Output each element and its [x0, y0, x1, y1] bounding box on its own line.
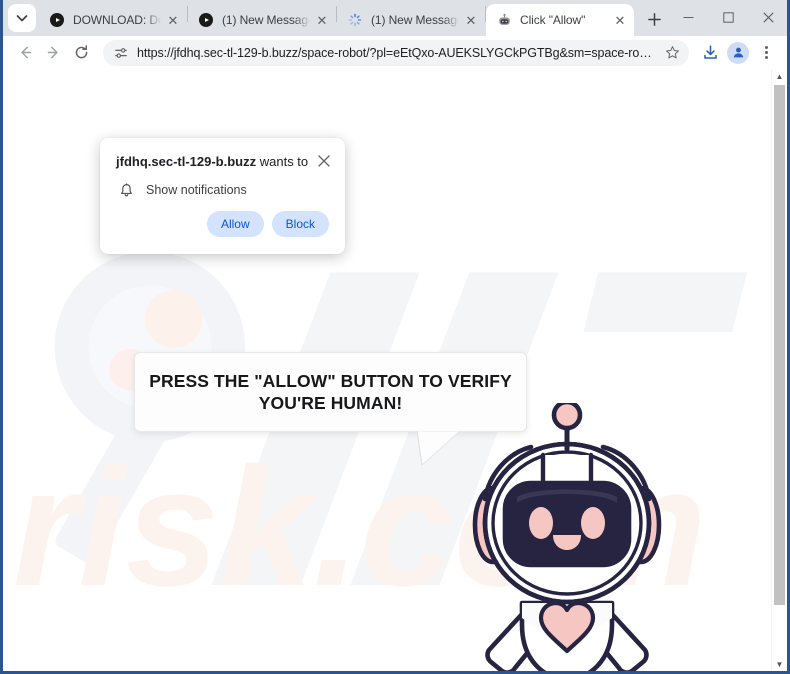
tab-strip: DOWNLOAD: Deadpo ✕ (1) New Message! ✕ [3, 0, 787, 36]
dialog-origin: jfdhq.sec-tl-129-b.buzz [116, 154, 257, 169]
download-button[interactable] [697, 40, 723, 66]
permission-row: Show notifications [100, 170, 345, 198]
arrow-left-icon [20, 46, 31, 59]
dark-play-circle-icon [198, 12, 214, 28]
download-icon [703, 45, 717, 59]
plus-icon [647, 12, 661, 26]
tab-close-button[interactable]: ✕ [612, 12, 628, 28]
allow-button[interactable]: Allow [206, 211, 264, 237]
forward-button[interactable] [39, 39, 67, 67]
scrollbar-up-arrow[interactable]: ▲ [772, 69, 787, 83]
browser-menu-button[interactable] [753, 40, 779, 66]
loading-spinner-icon [347, 12, 363, 28]
tab-close-button[interactable]: ✕ [463, 12, 479, 28]
browser-window: DOWNLOAD: Deadpo ✕ (1) New Message! ✕ [0, 0, 790, 674]
browser-tab-4-active[interactable]: Click "Allow" ✕ [486, 4, 634, 36]
block-button[interactable]: Block [271, 211, 329, 237]
url-text: https://jfdhq.sec-tl-129-b.buzz/space-ro… [137, 45, 657, 60]
back-button[interactable] [11, 39, 39, 67]
window-controls [668, 0, 788, 36]
dialog-header: jfdhq.sec-tl-129-b.buzz wants to [100, 138, 345, 170]
space-robot-illustration [472, 403, 662, 671]
browser-tab-1[interactable]: DOWNLOAD: Deadpo ✕ [39, 4, 187, 36]
profile-button[interactable] [725, 40, 751, 66]
chevron-down-icon [16, 15, 28, 22]
close-icon [762, 11, 774, 23]
minimize-icon [683, 16, 693, 18]
browser-tab-2[interactable]: (1) New Message! ✕ [188, 4, 336, 36]
dialog-title: jfdhq.sec-tl-129-b.buzz wants to [116, 154, 315, 170]
dark-play-circle-icon [49, 12, 65, 28]
new-tab-button[interactable] [640, 5, 668, 33]
reload-button[interactable] [67, 39, 95, 67]
vertical-scrollbar[interactable]: ▲ ▼ [771, 69, 787, 671]
browser-toolbar: https://jfdhq.sec-tl-129-b.buzz/space-ro… [3, 36, 787, 69]
notification-permission-dialog: jfdhq.sec-tl-129-b.buzz wants to Show no… [100, 138, 345, 254]
scrollbar-thumb[interactable] [774, 85, 785, 605]
maximize-button[interactable] [708, 0, 748, 34]
page-viewport: risk.com PRESS THE "ALLOW" BUTTON TO VER… [3, 69, 787, 671]
maximize-icon [722, 11, 734, 23]
tab-title: (1) New Message! [222, 13, 310, 27]
reload-icon [75, 45, 87, 59]
tab-title: Click "Allow" [520, 13, 586, 27]
speech-bubble-text: PRESS THE "ALLOW" BUTTON TO VERIFY YOU'R… [149, 370, 512, 413]
arrow-right-icon [47, 46, 58, 59]
minimize-button[interactable] [668, 0, 708, 34]
dialog-actions: Allow Block [100, 198, 345, 237]
tab-title: DOWNLOAD: Deadpo [73, 13, 161, 27]
dialog-title-suffix: wants to [256, 154, 309, 169]
star-icon[interactable] [661, 42, 683, 64]
close-window-button[interactable] [748, 0, 788, 34]
scrollbar-down-arrow[interactable]: ▼ [772, 657, 787, 671]
tab-search-button[interactable] [8, 4, 36, 32]
permission-label: Show notifications [146, 183, 247, 197]
address-bar[interactable]: https://jfdhq.sec-tl-129-b.buzz/space-ro… [103, 39, 689, 66]
close-icon [318, 155, 330, 167]
person-avatar-icon [727, 41, 749, 64]
tab-close-button[interactable]: ✕ [165, 12, 181, 28]
robot-icon [496, 12, 512, 28]
browser-tab-3[interactable]: (1) New Message! ✕ [337, 4, 485, 36]
dialog-close-button[interactable] [315, 152, 333, 170]
tune-settings-icon[interactable] [113, 45, 129, 61]
bell-icon [118, 182, 134, 198]
tab-title: (1) New Message! [371, 13, 459, 27]
speech-bubble-tail [416, 431, 461, 466]
three-dot-menu-icon [764, 46, 768, 59]
tab-close-button[interactable]: ✕ [314, 12, 330, 28]
